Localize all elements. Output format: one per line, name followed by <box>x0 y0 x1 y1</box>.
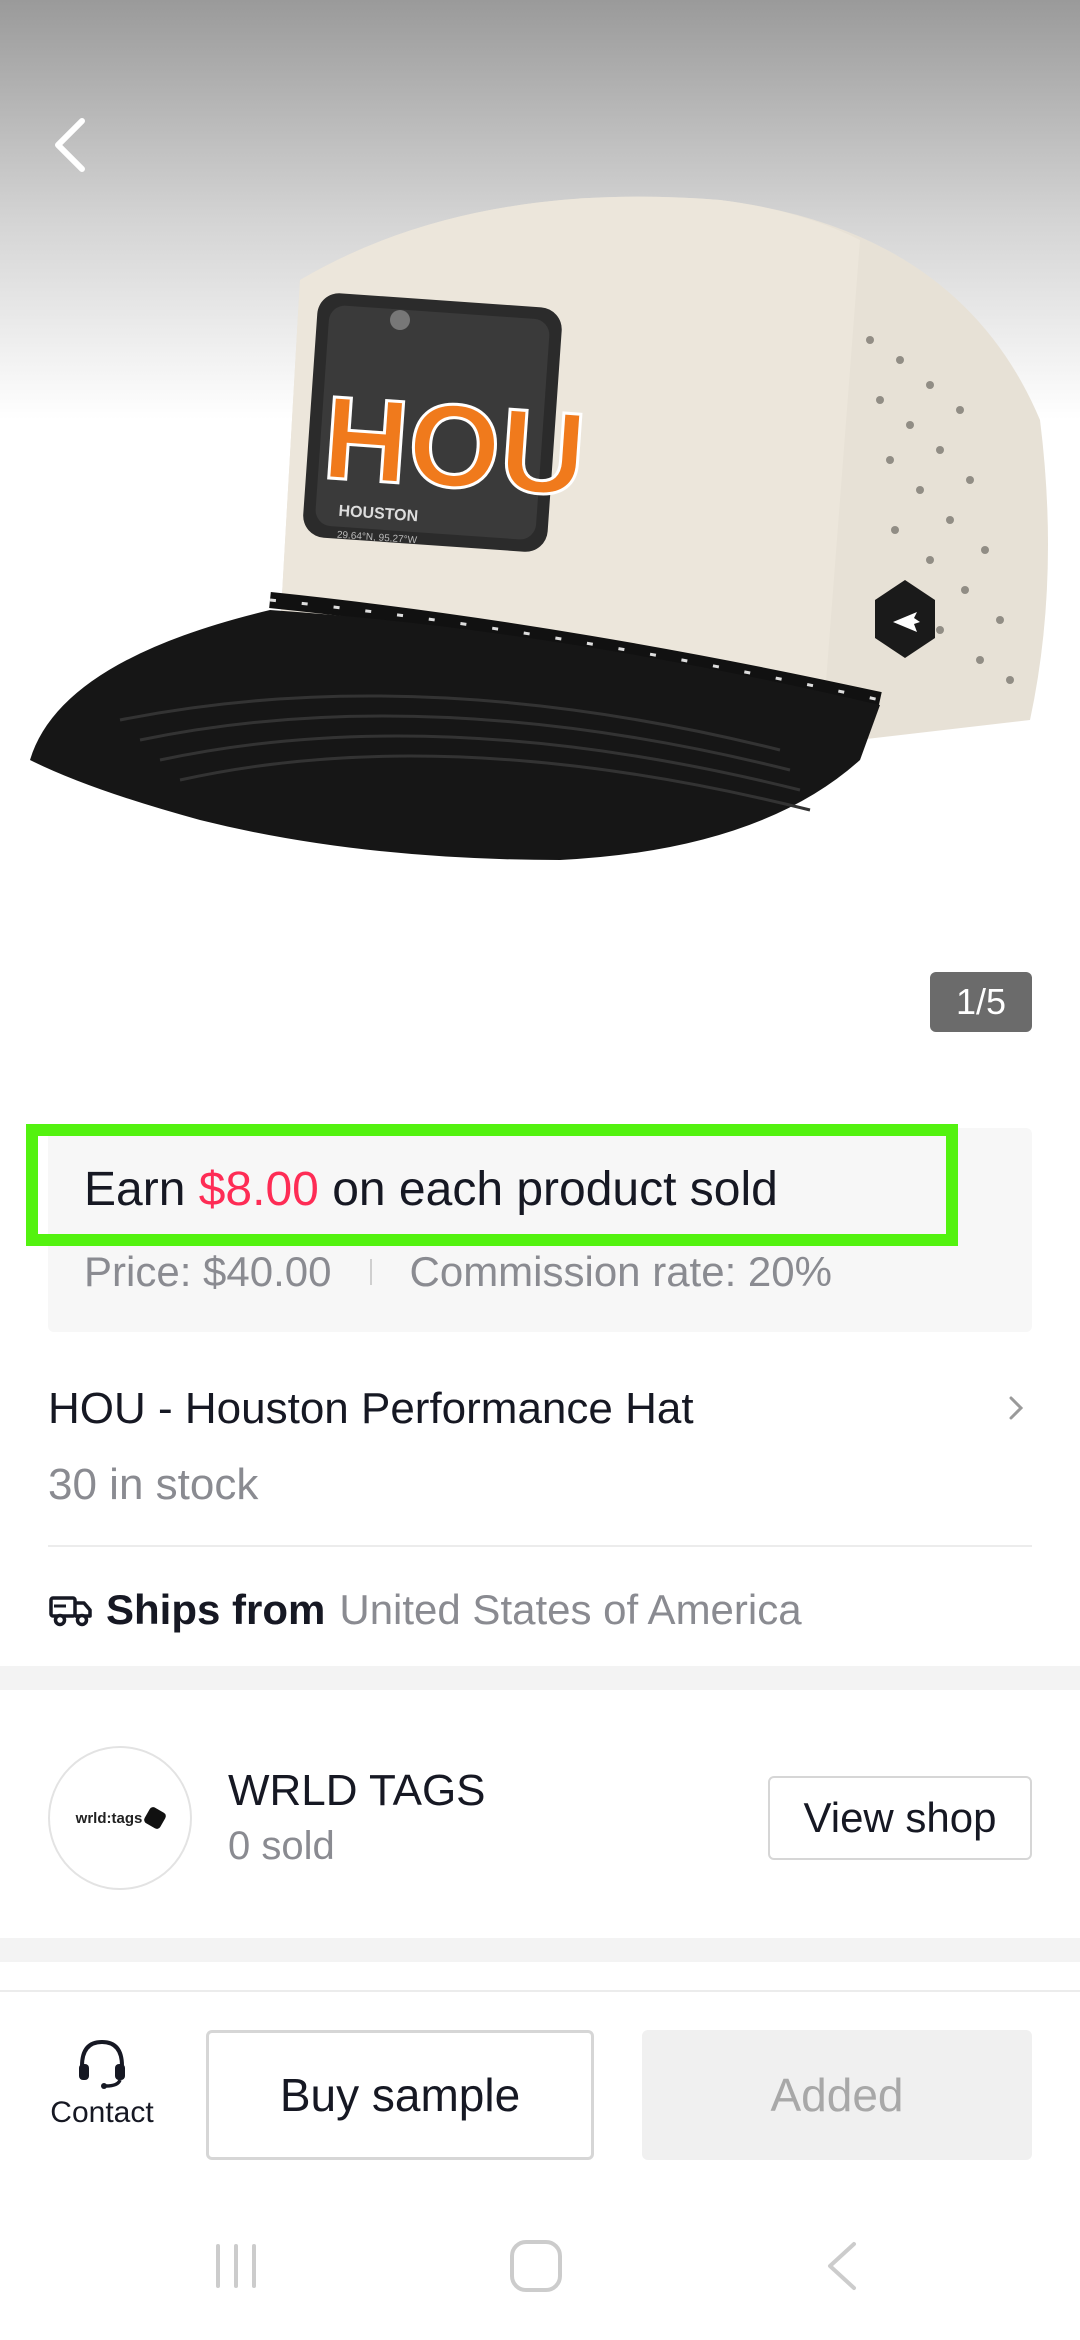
contact-label: Contact <box>50 2096 154 2129</box>
recent-apps-icon[interactable] <box>210 2236 262 2296</box>
shop-name[interactable]: WRLD TAGS <box>228 1766 486 1816</box>
divider <box>48 1545 1032 1547</box>
ships-from-label: Ships from <box>106 1586 326 1633</box>
home-icon[interactable] <box>506 2236 566 2296</box>
buy-sample-button[interactable]: Buy sample <box>206 2030 594 2160</box>
shop-sold-count: 0 sold <box>228 1824 335 1868</box>
image-page-indicator: 1/5 <box>930 972 1032 1032</box>
shop-logo-text: wrld:tags <box>75 1809 143 1827</box>
earnings-headline: Earn $8.00 on each product sold <box>84 1162 778 1217</box>
commission-text: Commission rate: 20% <box>409 1248 832 1295</box>
separator <box>369 1259 372 1285</box>
section-separator <box>0 1938 1080 1962</box>
back-arrow-icon <box>55 118 85 172</box>
stock-count: 30 in stock <box>48 1460 259 1509</box>
product-title[interactable]: HOU - Houston Performance Hat <box>48 1384 694 1434</box>
earn-suffix: on each product sold <box>318 1163 778 1216</box>
truck-icon <box>49 1596 92 1627</box>
earn-prefix: Earn <box>84 1163 199 1216</box>
ships-from-row: Ships from United States of America <box>48 1586 802 1634</box>
back-button[interactable] <box>40 110 100 180</box>
svg-text:HOU: HOU <box>319 372 590 522</box>
price-text: Price: $40.00 <box>84 1248 332 1295</box>
shop-logo: wrld:tags <box>75 1805 168 1831</box>
product-image: HOU HOUSTON 29.64°N, 95.27°W <box>30 196 1048 860</box>
chevron-right-icon[interactable] <box>1008 1394 1024 1422</box>
headset-icon <box>79 2039 125 2089</box>
contact-button[interactable]: Contact <box>38 2036 166 2136</box>
divider <box>0 1990 1080 1992</box>
product-image-carousel[interactable]: HOU HOUSTON 29.64°N, 95.27°W 1/5 <box>0 0 1080 1090</box>
view-shop-button[interactable]: View shop <box>768 1776 1032 1860</box>
price-commission-row: Price: $40.00 Commission rate: 20% <box>84 1248 832 1296</box>
earn-amount: $8.00 <box>198 1163 319 1216</box>
shop-logo-mark-icon <box>143 1805 168 1831</box>
back-nav-icon[interactable] <box>820 2236 864 2296</box>
shop-avatar[interactable]: wrld:tags <box>48 1746 192 1890</box>
added-button[interactable]: Added <box>642 2030 1032 2160</box>
section-separator <box>0 1666 1080 1690</box>
ships-from-value: United States of America <box>339 1586 802 1633</box>
